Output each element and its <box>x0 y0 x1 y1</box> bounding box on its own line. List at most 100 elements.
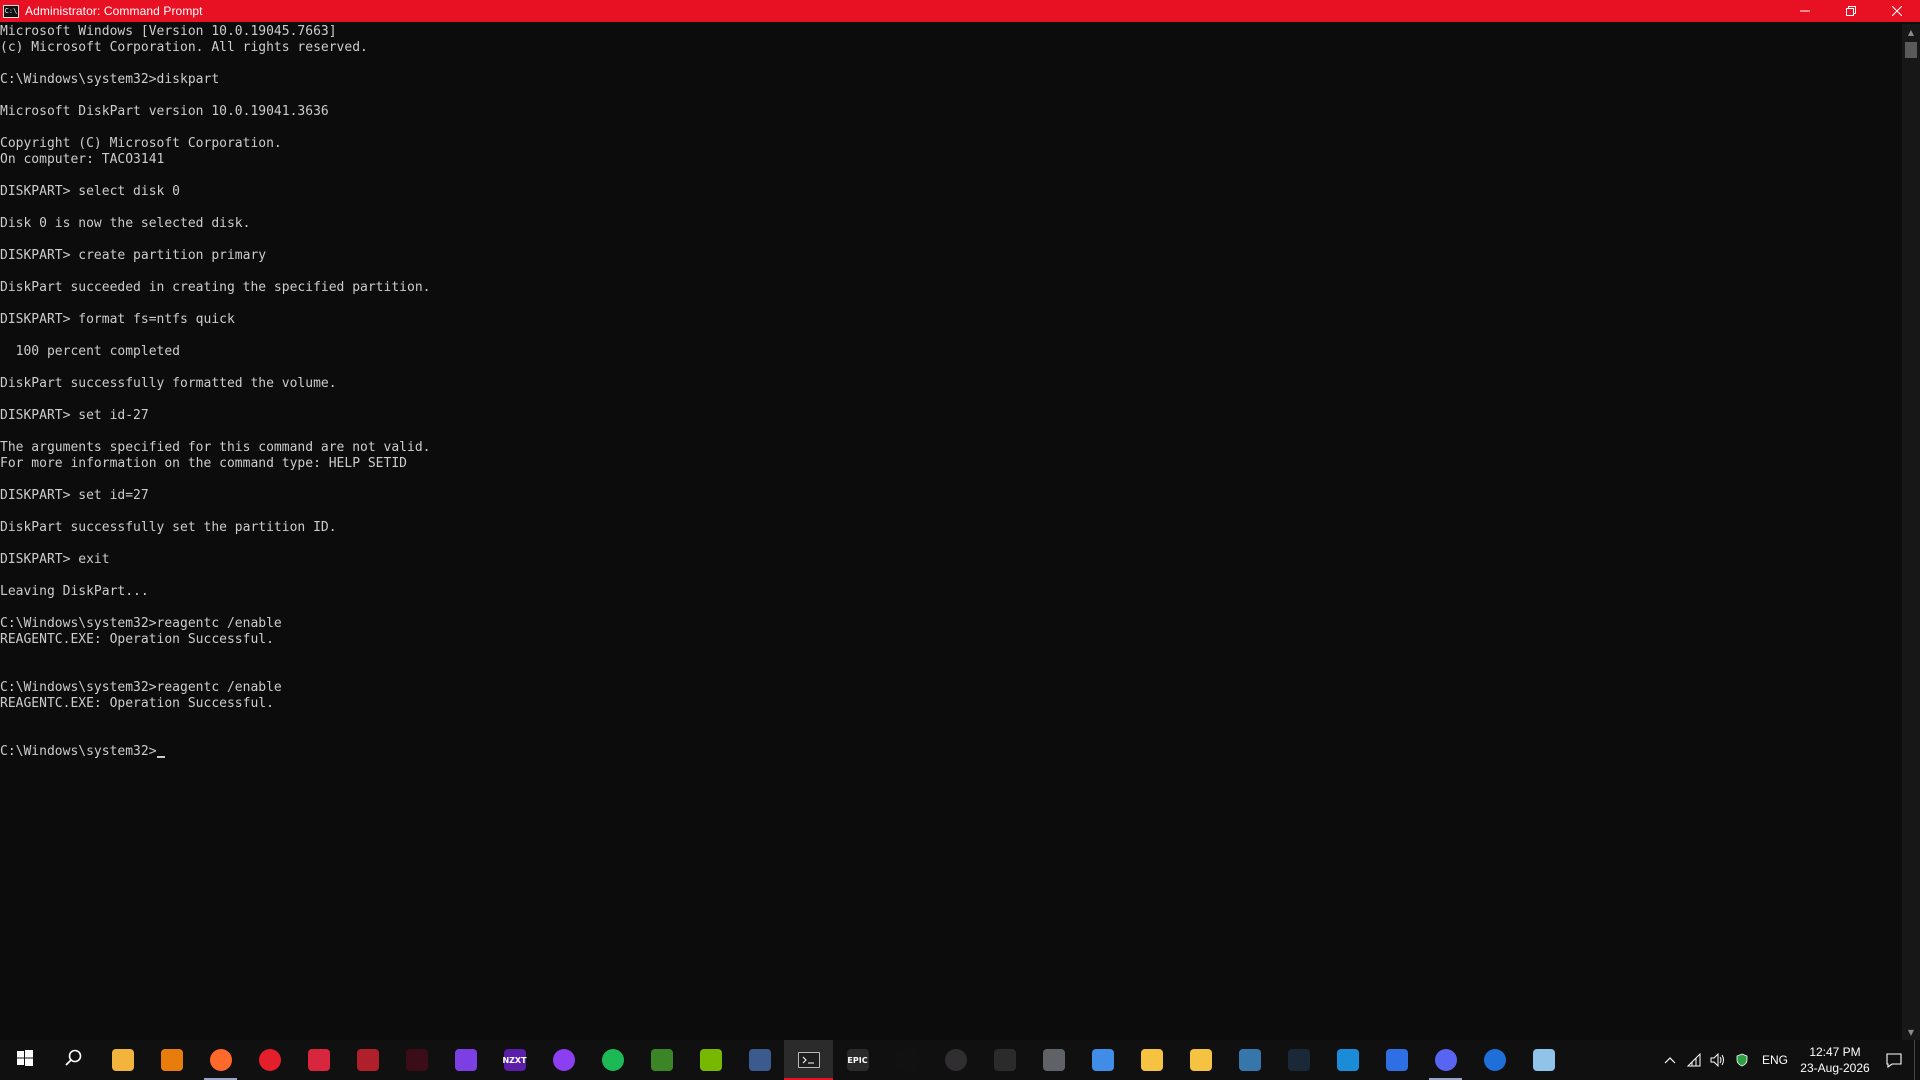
chevron-up-icon[interactable] <box>1658 1040 1682 1080</box>
taskbar-app-obs[interactable] <box>931 1040 980 1080</box>
close-icon <box>1892 6 1902 16</box>
console-line: DISKPART> create partition primary <box>0 248 267 263</box>
taskbar-app-paint[interactable] <box>1078 1040 1127 1080</box>
taskbar-app-maps[interactable] <box>1176 1040 1225 1080</box>
console-line: Disk 0 is now the selected disk. <box>0 216 251 231</box>
console-line: DISKPART> format fs=ntfs quick <box>0 312 235 327</box>
console-line: DISKPART> set id=27 <box>0 488 149 503</box>
taskbar-app-photos[interactable] <box>98 1040 147 1080</box>
network-icon[interactable] <box>1682 1040 1706 1080</box>
console-line: DISKPART> set id-27 <box>0 408 149 423</box>
heart-icon <box>454 1049 477 1071</box>
minecraft-icon <box>650 1049 673 1071</box>
taskbar-app-blender[interactable] <box>147 1040 196 1080</box>
taskbar-app-nvidia[interactable] <box>686 1040 735 1080</box>
search-button[interactable] <box>49 1040 98 1080</box>
taskbar-app-roblox[interactable] <box>1372 1040 1421 1080</box>
folder-icon <box>1140 1049 1163 1071</box>
taskbar-app-discord[interactable] <box>1421 1040 1470 1080</box>
taskbar-app-label: EPIC <box>847 1055 868 1065</box>
taskbar-app-notepad[interactable] <box>1519 1040 1568 1080</box>
photos-icon <box>111 1049 134 1071</box>
taskbar-app-epic[interactable]: EPIC <box>833 1040 882 1080</box>
taskbar-app-bing[interactable] <box>1470 1040 1519 1080</box>
python-icon <box>1238 1049 1261 1071</box>
clock[interactable]: 12:47 PM 23-Aug-2026 <box>1796 1044 1874 1076</box>
taskbar-app-capcut[interactable] <box>882 1040 931 1080</box>
console-line: The arguments specified for this command… <box>0 440 431 455</box>
start-button[interactable] <box>0 1040 49 1080</box>
window-controls <box>1782 0 1920 22</box>
console-line: (c) Microsoft Corporation. All rights re… <box>0 40 368 55</box>
taskbar-app-game[interactable] <box>343 1040 392 1080</box>
console-line: REAGENTC.EXE: Operation Successful. <box>0 696 274 711</box>
taskbar-app-explorer[interactable] <box>1127 1040 1176 1080</box>
console-line: Microsoft Windows [Version 10.0.19045.76… <box>0 24 337 39</box>
console-line: Microsoft DiskPart version 10.0.19041.36… <box>0 104 329 119</box>
volume-icon[interactable] <box>1706 1040 1730 1080</box>
nzxt-icon: NZXT <box>502 1049 527 1071</box>
taskbar-app-terminal[interactable] <box>784 1040 833 1080</box>
taskbar-app-heart[interactable] <box>441 1040 490 1080</box>
taskbar-app-davinci[interactable] <box>735 1040 784 1080</box>
window-title: Administrator: Command Prompt <box>25 4 203 18</box>
maps-icon <box>1189 1049 1212 1071</box>
console-output[interactable]: Microsoft Windows [Version 10.0.19045.76… <box>0 24 1902 1040</box>
show-desktop-button[interactable] <box>1914 1040 1920 1080</box>
taskbar-app-nzxt[interactable]: NZXT <box>490 1040 539 1080</box>
search-icon <box>64 1049 83 1072</box>
taskbar-app-python[interactable] <box>1225 1040 1274 1080</box>
scroll-down-arrow-icon[interactable]: ▼ <box>1902 1024 1920 1040</box>
cmd-icon: C:\ <box>3 4 19 18</box>
console-line: C:\Windows\system32>diskpart <box>0 72 220 87</box>
console-line: REAGENTC.EXE: Operation Successful. <box>0 632 274 647</box>
console-line: DiskPart successfully set the partition … <box>0 520 337 535</box>
taskbar-app-bolt[interactable] <box>294 1040 343 1080</box>
blender-icon <box>160 1049 183 1071</box>
nvidia-icon <box>699 1049 722 1071</box>
console-line: Leaving DiskPart... <box>0 584 149 599</box>
security-icon[interactable] <box>1730 1040 1754 1080</box>
scrollbar-thumb[interactable] <box>1905 42 1917 58</box>
taskbar-app-unity[interactable] <box>1029 1040 1078 1080</box>
language-indicator[interactable]: ENG <box>1754 1053 1796 1067</box>
action-center-button[interactable] <box>1874 1040 1914 1080</box>
bolt-icon <box>307 1049 330 1071</box>
console-line: DISKPART> exit <box>0 552 110 567</box>
taskbar-app-firefox[interactable] <box>196 1040 245 1080</box>
taskbar-app-pulse[interactable] <box>1323 1040 1372 1080</box>
taskbar-app-steam[interactable] <box>1274 1040 1323 1080</box>
vertical-scrollbar[interactable]: ▲ ▼ <box>1902 24 1920 1040</box>
taskbar-app-label: NZXT <box>502 1055 527 1065</box>
console-line: For more information on the command type… <box>0 456 407 471</box>
taskbar-app-red-app[interactable] <box>245 1040 294 1080</box>
taskbar-app-valorant[interactable] <box>392 1040 441 1080</box>
scroll-up-arrow-icon[interactable]: ▲ <box>1902 24 1920 40</box>
taskbar-app-minecraft[interactable] <box>637 1040 686 1080</box>
close-button[interactable] <box>1874 0 1920 22</box>
taskbar-app-spotify[interactable] <box>588 1040 637 1080</box>
minimize-button[interactable] <box>1782 0 1828 22</box>
taskbar-apps: NZXT EPIC <box>0 1040 1568 1080</box>
taskbar-app-grid[interactable] <box>980 1040 1029 1080</box>
davinci-icon <box>748 1049 771 1071</box>
taskbar-app-purple-ring[interactable] <box>539 1040 588 1080</box>
restore-button[interactable] <box>1828 0 1874 22</box>
text-cursor <box>156 756 165 758</box>
clock-time: 12:47 PM <box>1809 1045 1861 1059</box>
restore-icon <box>1846 6 1856 16</box>
minimize-icon <box>1800 10 1810 12</box>
